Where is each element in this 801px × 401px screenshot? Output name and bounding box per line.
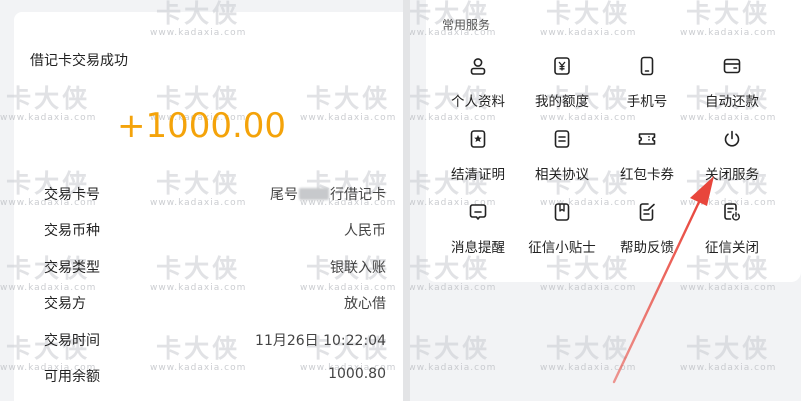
message-icon (469, 204, 487, 220)
service-credit-tips[interactable]: 征信小贴士 (518, 202, 606, 256)
yuan-icon (554, 57, 570, 75)
detail-label: 交易方 (44, 296, 86, 312)
edit-icon (639, 203, 655, 221)
watermark: 卡大侠www.kadaxia.com (680, 334, 777, 374)
power-icon (724, 130, 740, 147)
service-credit-close[interactable]: 征信关闭 (688, 202, 776, 256)
detail-label: 可用余额 (44, 369, 100, 385)
service-label: 自动还款 (705, 94, 759, 110)
phone-icon (640, 56, 654, 76)
detail-label: 交易币种 (44, 223, 100, 239)
watermark: 卡大侠www.kadaxia.com (410, 334, 497, 374)
service-label: 我的额度 (535, 94, 589, 110)
person-icon (470, 58, 486, 75)
service-settlement-proof[interactable]: 结清证明 (434, 129, 522, 183)
service-auto-repay[interactable]: 自动还款 (688, 56, 776, 110)
service-label: 结清证明 (451, 167, 505, 183)
service-agreements[interactable]: 相关协议 (518, 129, 606, 183)
credit-power-icon (724, 203, 740, 221)
masked-card-digits (299, 188, 329, 200)
service-label: 红包卡券 (620, 167, 674, 183)
services-title: 常用服务 (442, 18, 491, 32)
card-tail-prefix: 尾号 (270, 187, 298, 203)
detail-label: 交易卡号 (44, 187, 100, 203)
certificate-icon (470, 130, 486, 148)
service-message-reminder[interactable]: 消息提醒 (434, 202, 522, 256)
services-panel: 卡大侠www.kadaxia.com 卡大侠www.kadaxia.com 卡大侠w… (410, 0, 801, 401)
service-help-feedback[interactable]: 帮助反馈 (603, 202, 691, 256)
detail-value: 11月26日 10:22:04 (255, 333, 386, 349)
service-label: 手机号 (626, 94, 668, 110)
service-label: 消息提醒 (451, 240, 505, 256)
detail-label: 交易类型 (44, 260, 100, 276)
service-label: 征信小贴士 (528, 240, 596, 256)
detail-value: 放心借 (344, 296, 386, 312)
service-my-limit[interactable]: 我的额度 (518, 56, 606, 110)
detail-value: 尾号 行借记卡 (270, 184, 386, 204)
document-icon (554, 130, 570, 148)
transaction-title: 借记卡交易成功 (30, 53, 128, 69)
service-label: 关闭服务 (705, 167, 759, 183)
detail-value: 人民币 (344, 223, 386, 239)
detail-label: 交易时间 (44, 333, 100, 349)
service-coupons[interactable]: 红包卡券 (603, 129, 691, 183)
watermark: 卡大侠www.kadaxia.com (540, 334, 637, 374)
service-close-service[interactable]: 关闭服务 (688, 129, 776, 183)
service-phone-number[interactable]: 手机号 (603, 56, 691, 110)
service-label: 帮助反馈 (620, 240, 674, 256)
service-label: 个人资料 (451, 94, 505, 110)
bookmark-icon (554, 203, 570, 221)
wallet-icon (723, 58, 741, 74)
detail-value: 银联入账 (330, 260, 386, 276)
card-bank-suffix: 行借记卡 (330, 187, 386, 203)
service-label: 征信关闭 (705, 240, 759, 256)
ticket-icon (638, 133, 656, 145)
transaction-amount: +1000.00 (116, 106, 287, 146)
transaction-panel: 卡大侠 www.kadaxia.com 卡大侠 www.kadaxia.com 卡大侠 w… (0, 0, 403, 401)
service-label: 相关协议 (535, 167, 589, 183)
service-personal-info[interactable]: 个人资料 (434, 56, 522, 110)
detail-value: 1000.80 (328, 366, 386, 382)
